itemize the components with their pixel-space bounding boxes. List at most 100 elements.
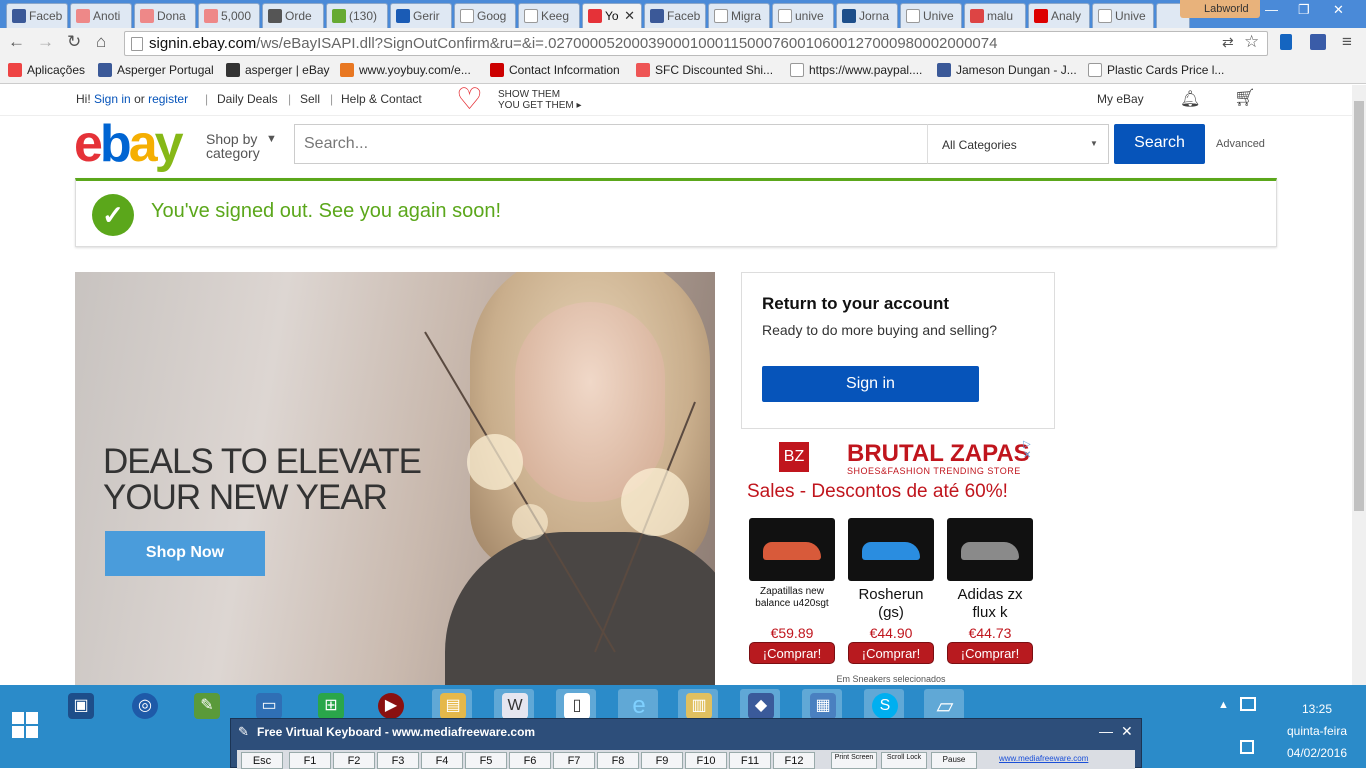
forward-icon[interactable]: → xyxy=(37,32,54,52)
bookmark-item[interactable]: Jameson Dungan - J... xyxy=(937,63,1077,77)
address-bar[interactable]: signin.ebay.com/ws/eBayISAPI.dll?SignOut… xyxy=(124,31,1268,56)
key-f5[interactable]: F5 xyxy=(465,752,507,769)
tab-15[interactable]: malu xyxy=(964,3,1026,28)
close-icon[interactable]: ✕ xyxy=(1121,723,1133,740)
key-f7[interactable]: F7 xyxy=(553,752,595,769)
profile-button[interactable]: Labworld xyxy=(1180,0,1260,18)
start-button[interactable] xyxy=(0,685,48,768)
daily-deals-link[interactable]: Daily Deals xyxy=(217,92,278,106)
home-icon[interactable]: ⌂ xyxy=(96,32,106,52)
tab-11[interactable]: Migra xyxy=(708,3,770,28)
close-window-icon[interactable]: ✕ xyxy=(1333,2,1344,18)
tab-1[interactable]: Anoti xyxy=(70,3,132,28)
apps-shortcut[interactable]: Aplicações xyxy=(8,63,85,77)
extension-icon[interactable] xyxy=(1280,34,1292,50)
advertisement[interactable]: BZ BRUTAL ZAPAS SHOES&FASHION TRENDING S… xyxy=(741,438,1041,685)
tab-10[interactable]: Faceb xyxy=(644,3,706,28)
key-f3[interactable]: F3 xyxy=(377,752,419,769)
key-f11[interactable]: F11 xyxy=(729,752,771,769)
close-tab-icon[interactable]: ✕ xyxy=(624,8,635,24)
tab-2[interactable]: Dona xyxy=(134,3,196,28)
key-f9[interactable]: F9 xyxy=(641,752,683,769)
bookmark-item[interactable]: Asperger Portugal xyxy=(98,63,214,77)
register-link[interactable]: register xyxy=(148,92,188,106)
bookmark-item[interactable]: Contact Infcormation xyxy=(490,63,620,77)
key-f4[interactable]: F4 xyxy=(421,752,463,769)
back-icon[interactable]: ← xyxy=(8,32,25,52)
shop-by-category[interactable]: Shop by category ▼ xyxy=(206,132,277,160)
network-icon[interactable] xyxy=(1240,697,1256,711)
tab-6[interactable]: Gerir xyxy=(390,3,452,28)
ad-product[interactable]: Rosherun (gs) €44.90 ¡Comprar! xyxy=(848,518,934,685)
reload-icon[interactable]: ↻ xyxy=(67,32,81,52)
buy-button[interactable]: ¡Comprar! xyxy=(947,642,1033,664)
minimize-icon[interactable]: — xyxy=(1265,2,1278,17)
category-select[interactable]: All Categories ▼ xyxy=(927,124,1109,164)
advanced-search-link[interactable]: Advanced xyxy=(1216,138,1265,150)
notification-icon[interactable] xyxy=(1240,740,1254,754)
tab-8[interactable]: Keeg xyxy=(518,3,580,28)
ad-choices-icon[interactable]: ▷ ✕ xyxy=(1023,439,1041,461)
heart-icon[interactable]: ♡ xyxy=(456,85,490,115)
bookmark-item[interactable]: Plastic Cards Price l... xyxy=(1088,63,1224,77)
promo-banner[interactable]: SHOW THEM YOU GET THEM ▸ xyxy=(498,89,582,111)
tab-3[interactable]: 5,000 xyxy=(198,3,260,28)
scrollbar-thumb[interactable] xyxy=(1354,101,1364,511)
search-input[interactable]: Search... xyxy=(294,124,928,164)
bookmark-item[interactable]: https://www.paypal.... xyxy=(790,63,922,77)
key-f2[interactable]: F2 xyxy=(333,752,375,769)
tray-expand-icon[interactable]: ▲ xyxy=(1218,699,1229,711)
taskbar-evernote-icon[interactable]: ✎ xyxy=(186,689,226,725)
tab-4[interactable]: Orde xyxy=(262,3,324,28)
bookmark-item[interactable]: SFC Discounted Shi... xyxy=(636,63,773,77)
bookmark-item[interactable]: www.yoybuy.com/e... xyxy=(340,63,471,77)
bookmark-star-icon[interactable]: ☆ xyxy=(1244,32,1259,52)
signin-link[interactable]: Sign in xyxy=(94,92,131,106)
taskbar-remote-icon[interactable]: ▣ xyxy=(60,689,100,725)
pause-key[interactable]: Pause xyxy=(931,752,977,769)
shoe-image[interactable] xyxy=(947,518,1033,581)
key-f12[interactable]: F12 xyxy=(773,752,815,769)
key-f10[interactable]: F10 xyxy=(685,752,727,769)
scroll-lock-key[interactable]: Scroll Lock xyxy=(881,752,927,769)
virtual-keyboard-window[interactable]: ✎ Free Virtual Keyboard - www.mediafreew… xyxy=(230,718,1142,769)
taskbar-security-icon[interactable]: ◎ xyxy=(124,689,164,725)
key-f6[interactable]: F6 xyxy=(509,752,551,769)
my-ebay-link[interactable]: My eBay xyxy=(1097,92,1144,106)
signin-button[interactable]: Sign in xyxy=(762,366,979,402)
tab-17[interactable]: Unive xyxy=(1092,3,1154,28)
shoe-image[interactable] xyxy=(749,518,835,581)
clock[interactable]: 13:25 quinta-feira 04/02/2016 xyxy=(1282,698,1352,764)
bookmark-item[interactable]: asperger | eBay xyxy=(226,63,330,77)
tab-14[interactable]: Unive xyxy=(900,3,962,28)
ad-product[interactable]: Zapatillas new balance u420sgt €59.89 ¡Com… xyxy=(749,518,835,685)
key-f8[interactable]: F8 xyxy=(597,752,639,769)
hero-banner[interactable]: DEALS TO ELEVATE YOUR NEW YEAR Shop Now xyxy=(75,272,715,685)
search-button[interactable]: Search xyxy=(1114,124,1205,164)
tab-16[interactable]: Analy xyxy=(1028,3,1090,28)
menu-icon[interactable]: ≡ xyxy=(1342,32,1352,52)
print-screen-key[interactable]: Print Screen xyxy=(831,752,877,769)
scrollbar[interactable] xyxy=(1352,85,1366,685)
cart-icon[interactable]: 🛒︎ xyxy=(1234,88,1256,108)
shoe-image[interactable] xyxy=(848,518,934,581)
tab-0[interactable]: Faceb xyxy=(6,3,68,28)
help-contact-link[interactable]: Help & Contact xyxy=(341,92,422,106)
tab-5[interactable]: (130) xyxy=(326,3,388,28)
tab-12[interactable]: unive xyxy=(772,3,834,28)
translate-icon[interactable]: ⇄ xyxy=(1222,34,1234,51)
sell-link[interactable]: Sell xyxy=(300,92,320,106)
tab-7[interactable]: Goog xyxy=(454,3,516,28)
key-f1[interactable]: F1 xyxy=(289,752,331,769)
tab-9[interactable]: Yo ✕ xyxy=(582,3,642,28)
key-esc[interactable]: Esc xyxy=(241,752,283,769)
ad-product[interactable]: Adidas zx flux k €44.73 ¡Comprar! xyxy=(947,518,1033,685)
buy-button[interactable]: ¡Comprar! xyxy=(749,642,835,664)
buy-button[interactable]: ¡Comprar! xyxy=(848,642,934,664)
restore-icon[interactable]: ❐ xyxy=(1298,2,1310,18)
shop-now-button[interactable]: Shop Now xyxy=(105,531,265,576)
minimize-icon[interactable]: — xyxy=(1099,723,1113,739)
extension-icon[interactable] xyxy=(1310,34,1326,50)
tab-13[interactable]: Jorna xyxy=(836,3,898,28)
bell-icon[interactable]: 🔔︎ xyxy=(1180,89,1200,109)
